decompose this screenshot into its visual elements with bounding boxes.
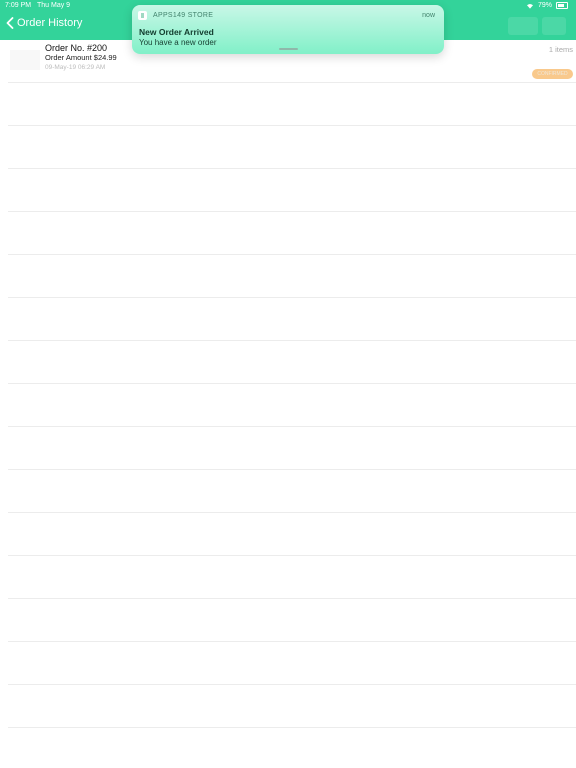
order-status-badge: CONFIRMED [532,69,573,79]
status-right: 79% [526,2,568,9]
status-time: 7:09 PM [5,2,32,9]
row-divider [8,168,576,169]
empty-list-rows [8,82,576,768]
row-divider [8,598,576,599]
chevron-left-icon [6,17,14,29]
row-divider [8,469,576,470]
row-divider [8,297,576,298]
row-divider [8,727,576,728]
status-date: Thu May 9 [37,2,71,9]
order-number: Order No. #200 [45,43,108,53]
battery-percentage: 79% [537,2,552,9]
order-thumbnail [10,50,40,70]
notification-title: New Order Arrived [139,27,214,37]
row-divider [8,512,576,513]
notification-body: You have a new order [139,38,217,47]
row-divider [8,340,576,341]
notification-app-name: APPS149 STORE [153,12,214,19]
store-app-icon [138,11,147,20]
push-notification-banner[interactable]: APPS149 STORE now New Order Arrived You … [132,5,444,54]
row-divider [8,555,576,556]
order-amount: Order Amount $24.99 [45,53,117,62]
row-divider [8,684,576,685]
row-divider [8,254,576,255]
notification-drag-handle[interactable] [279,48,298,50]
row-divider [8,641,576,642]
row-divider [8,426,576,427]
row-divider [8,82,576,83]
row-divider [8,125,576,126]
back-label: Order History [17,17,83,29]
order-item-count: 1 items [548,45,573,54]
notification-time: now [422,12,435,19]
battery-icon [556,2,568,9]
wifi-icon [526,3,533,9]
order-date: 09-May-19 06:29 AM [45,64,106,71]
row-divider [8,211,576,212]
row-divider [8,383,576,384]
nav-action-button[interactable] [508,17,538,35]
nav-action-button-2[interactable] [542,17,566,35]
back-button[interactable]: Order History [6,17,82,29]
